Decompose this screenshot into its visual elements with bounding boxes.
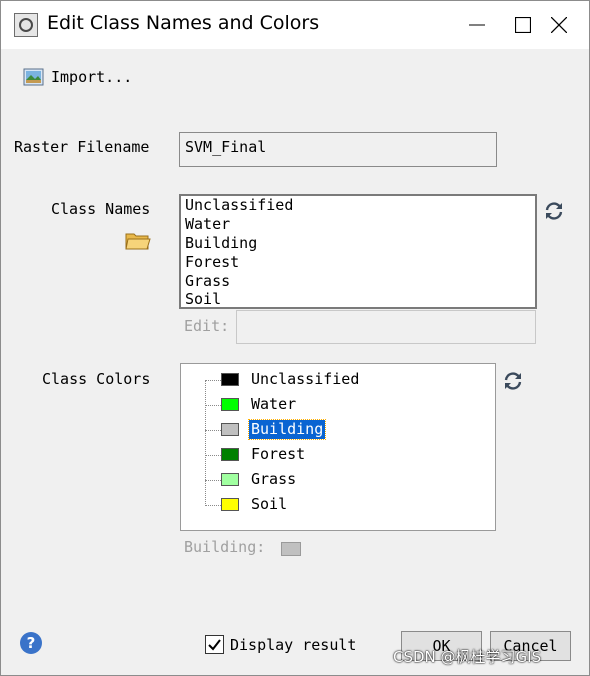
class-name-item[interactable]: Forest — [185, 253, 239, 272]
class-names-label: Class Names — [51, 200, 151, 218]
dialog-window: Edit Class Names and Colors Import... Ra… — [0, 0, 590, 676]
class-names-list[interactable]: Unclassified Water Building Forest Grass… — [179, 194, 537, 309]
class-color-name-selected: Building — [247, 419, 327, 440]
class-colors-label: Class Colors — [42, 370, 151, 388]
refresh-class-colors-icon[interactable] — [502, 370, 524, 392]
class-name-item[interactable]: Soil — [185, 290, 221, 309]
class-color-name: Forest — [251, 445, 306, 463]
class-colors-tree[interactable]: Unclassified Water Building Forest Grass… — [180, 363, 496, 531]
display-result-checkbox[interactable] — [205, 635, 224, 654]
checkmark-icon — [208, 639, 221, 651]
class-color-item[interactable]: Forest — [181, 444, 481, 466]
title-bar: Edit Class Names and Colors — [1, 1, 589, 49]
close-icon — [551, 17, 567, 33]
image-import-icon — [23, 68, 44, 86]
watermark: CSDN @枫桂学习GIS — [393, 648, 542, 666]
display-result-label[interactable]: Display result — [230, 636, 356, 654]
class-name-item[interactable]: Unclassified — [185, 196, 293, 215]
color-swatch[interactable] — [221, 473, 239, 486]
color-swatch[interactable] — [221, 498, 239, 511]
class-name-item[interactable]: Grass — [185, 272, 230, 291]
edit-class-name-input[interactable] — [236, 310, 536, 344]
close-button[interactable] — [536, 1, 582, 49]
color-swatch[interactable] — [221, 373, 239, 386]
edit-label: Edit: — [184, 317, 230, 335]
class-color-item[interactable]: Unclassified — [181, 369, 481, 391]
raster-filename-label: Raster Filename — [14, 138, 150, 156]
class-color-item[interactable]: Soil — [181, 494, 481, 516]
app-icon — [14, 13, 38, 37]
raster-filename-value: SVM_Final — [185, 138, 267, 156]
class-color-item[interactable]: Grass — [181, 469, 481, 491]
color-swatch[interactable] — [221, 423, 239, 436]
class-color-name: Grass — [251, 470, 297, 488]
help-icon[interactable]: ? — [20, 632, 42, 654]
class-color-name: Water — [251, 395, 297, 413]
window-title: Edit Class Names and Colors — [47, 12, 320, 34]
maximize-icon — [515, 17, 531, 33]
minimize-button[interactable] — [454, 1, 500, 49]
class-color-item[interactable]: Building — [181, 419, 481, 441]
selected-class-label: Building: — [184, 538, 266, 556]
open-folder-icon[interactable] — [125, 229, 151, 251]
selected-class-color-button[interactable] — [281, 542, 301, 556]
class-color-item[interactable]: Water — [181, 394, 481, 416]
minimize-icon — [469, 24, 485, 26]
color-swatch[interactable] — [221, 398, 239, 411]
class-name-item[interactable]: Water — [185, 215, 230, 234]
raster-filename-field: SVM_Final — [179, 132, 497, 167]
refresh-class-names-icon[interactable] — [543, 200, 565, 222]
class-color-name: Soil — [251, 495, 288, 513]
color-swatch[interactable] — [221, 448, 239, 461]
import-label: Import... — [51, 68, 133, 86]
class-color-name: Unclassified — [251, 370, 360, 388]
class-name-item[interactable]: Building — [185, 234, 257, 253]
